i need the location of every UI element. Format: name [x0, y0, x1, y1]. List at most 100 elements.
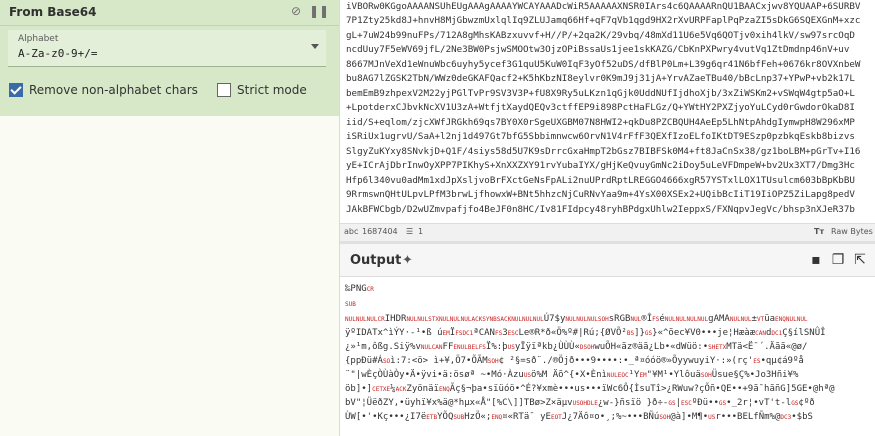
- output-text: ¹Y: [628, 370, 640, 380]
- output-text: ÙW[•'•Kç•••¿I7ë: [345, 412, 427, 422]
- disable-icon[interactable]: ⊘: [289, 4, 303, 18]
- control-char: EOT: [550, 414, 562, 421]
- input-line: yE+ICrAjDbrInwOyXPP7PIKhyS+XnXXZXY91rvYu…: [346, 160, 855, 171]
- control-char: SOH: [487, 358, 499, 365]
- control-char: SOH: [659, 414, 671, 421]
- control-char: NULNULNULNUL: [664, 316, 709, 323]
- control-char: CETXE: [372, 386, 391, 393]
- input-line: iSRiUx1ugrvU/SaA+l2nj1d497Gt7bfG5Sbbimnw…: [346, 131, 855, 142]
- output-text: Üsue§Ç%•Jo3Hñi¥%: [711, 370, 799, 380]
- output-text: ö%M Äõ^{•X•Ènì: [531, 370, 607, 380]
- output-text: gAMA: [708, 314, 730, 324]
- char-count: 1687404: [362, 227, 398, 236]
- input-line: bu8AG7lZGSK2TbN/WWz0deGKAFQacf2+K5hKbzNI…: [346, 73, 855, 84]
- input-line: bemEmB9zhpexV2M22yjPGlTvPr9SV3V3P+fU8X9R…: [346, 88, 855, 99]
- control-char: NULEOC: [606, 372, 629, 379]
- output-text: ¿»¹m,ôßg.Siÿ%v: [345, 342, 421, 352]
- control-char: NULNULSTXNULNULNULACKSYNBSACKNULNULNUL: [406, 316, 544, 323]
- control-char: BS: [626, 330, 635, 337]
- alphabet-select[interactable]: Alphabet A-Za-z0-9+/=: [8, 30, 326, 67]
- control-char: ENULBEL: [453, 344, 479, 351]
- input-line: Hfp6l340vu0adMm1xdJpXsljvoBrFXctGeNsFpAL…: [346, 175, 855, 186]
- output-text: ®Î: [641, 314, 653, 324]
- input-line: 8667MJnVeXd1eWnuWbc6uyhy5ycef3G1quU5KuW0…: [346, 59, 861, 70]
- control-char: ACK: [395, 386, 407, 393]
- pause-icon[interactable]: ❚❚: [309, 4, 329, 18]
- control-char: EM: [442, 330, 450, 337]
- output-text: ªCAN: [473, 328, 495, 338]
- output-text: HzÖ«;: [464, 412, 492, 422]
- control-char: NULNULNULSOH: [565, 316, 609, 323]
- output-text: ¨"|wÈçÒÙàÒy•Ä•ÿvi•ä:ösøª ~•Mó·Àzu: [345, 370, 524, 380]
- output-line: ‰PNGCR: [345, 283, 374, 295]
- input-line: 9RrmswnQHtULpvLPfM3brwLjfhowxW+BNt5hhzcN…: [346, 189, 855, 200]
- control-char: US: [507, 344, 515, 351]
- checkbox-unchecked-icon[interactable]: [217, 83, 231, 97]
- strict-mode-label: Strict mode: [237, 83, 307, 97]
- output-text: Zyönäï: [406, 384, 439, 394]
- control-char: CR: [366, 286, 374, 293]
- output-line: öb]•]CETXE¼ACKZyönäïENQÃç§¬þa•sïüóö•^É?¥…: [345, 383, 835, 395]
- checkbox-checked-icon[interactable]: [9, 83, 23, 97]
- input-line: 7P1Zty25kd8J+hnvH8MjGbwzmUxlqlIq9ZLUJamq…: [346, 15, 861, 26]
- line-count: 1: [418, 227, 424, 236]
- alphabet-value: A-Za-z0-9+/=: [18, 47, 98, 60]
- control-char: SOH: [700, 372, 712, 379]
- control-char: US: [523, 372, 532, 379]
- output-text: ¢ ²§=sð¨./®Öjð•••9••••:•_ª¤óóö®»ÕyywuyiY…: [498, 356, 754, 366]
- output-text: yÏÿïªkb¿ÙÙÙ«: [514, 342, 580, 352]
- char-count-icon: abc: [344, 227, 359, 236]
- control-char: GS: [668, 400, 676, 407]
- raw-bytes-icon[interactable]: Tт: [814, 227, 824, 236]
- control-char: ESC: [680, 400, 692, 407]
- output-text-area[interactable]: ‰PNGCR SUB NULNULNULCRIHDRNULNULSTXNULNU…: [340, 277, 875, 436]
- output-text: IHDR: [384, 314, 407, 324]
- replace-input-icon[interactable]: ⇱: [852, 252, 868, 268]
- input-line: ncdUuy7F5eWV69jfL/2Ne3BW0PsjwSMOOtw3OjzO…: [346, 44, 850, 55]
- output-text: •_2r¦•vT't-l: [726, 398, 792, 408]
- control-char: ENQNULNUL: [775, 316, 808, 323]
- output-line: bV"¦ÜëðZY,•üyhï¥x%ä@*hµx«Å"[%C\]]TBø>Z×ä…: [345, 397, 815, 409]
- input-line: JAkBFWCbgb/D2wUZmvpafjfo4BeJF0n8HC/Iv81F…: [346, 204, 855, 215]
- output-text: sRGB: [608, 314, 631, 324]
- output-text: "¥M¹•Ylôuä: [646, 370, 701, 380]
- remove-non-alphabet-label: Remove non-alphabet chars: [29, 83, 198, 97]
- control-char: NULNULNULCR: [345, 316, 385, 323]
- control-char: ETB: [426, 414, 438, 421]
- input-text-area[interactable]: iVBORw0KGgoAAAANSUhEUgAAAgAAAAYWCAYAAADc…: [340, 0, 875, 223]
- output-text: ]}: [634, 328, 645, 338]
- control-char: DC3: [780, 414, 792, 421]
- output-text: ºÐü••: [691, 398, 719, 408]
- input-status-bar: abc 1687404 ☰ 1 Tт Raw Bytes: [340, 223, 875, 242]
- control-char: CAN: [755, 330, 766, 337]
- copy-icon[interactable]: ❐: [830, 252, 846, 268]
- control-char: ENQ: [491, 414, 503, 421]
- output-line: {ppÐü#ÁSOì:7:<ö> ì+¥,Ö7•ÕÃMSOH¢ ²§=sð¨./…: [345, 355, 804, 367]
- output-header: Output ✦ ▪ ❐ ⇱: [340, 244, 875, 277]
- output-title: Output: [350, 253, 402, 268]
- save-icon[interactable]: ▪: [808, 252, 824, 268]
- output-text: YÕQ: [437, 412, 454, 422]
- output-text: Ãç§¬þa•sïüóö•^É?¥xmè•••us•••ïWc6Ô{ÌsuTî>…: [449, 384, 835, 394]
- raw-bytes-label[interactable]: Raw Bytes: [831, 227, 873, 236]
- control-char: EM: [639, 372, 647, 379]
- output-text: r•••BELfÑm%@: [715, 412, 781, 422]
- output-text: wuÕH«ãz®äã¿Lb•«dWüö:•: [594, 342, 709, 352]
- output-text: ÿºIDATx^ìÝY·-¹•ß ú: [345, 328, 443, 338]
- operation-body: Alphabet A-Za-z0-9+/= Remove non-alphabe…: [0, 26, 339, 116]
- line-count-icon: ☰: [406, 227, 414, 236]
- alphabet-label: Alphabet: [18, 34, 59, 44]
- magic-wand-icon[interactable]: ✦: [402, 253, 413, 268]
- input-line: SlgyZuKYxy8SNvkjD+Q1F/4siys58d5U7K9sDrrc…: [346, 146, 861, 157]
- control-char: DSOH: [579, 344, 595, 351]
- output-line: ¨"|wÈçÒÙàÒy•Ä•ÿvi•ä:ösøª ~•Mó·ÀzuUSö%M Ä…: [345, 369, 798, 381]
- output-text: üa: [764, 314, 776, 324]
- operation-panel: From Base64 ⊘ ❚❚ Alphabet A-Za-z0-9+/= R…: [0, 0, 340, 436]
- output-text: ¤«RTä¯ yE: [502, 412, 551, 422]
- output-text: •$bS: [791, 412, 813, 422]
- input-line: +LpotderxCJbvkNcXV1U3zA+WtfjtXaydQEQv3ct…: [346, 102, 855, 113]
- output-text: FF: [442, 342, 454, 352]
- control-char: SUB: [345, 301, 356, 308]
- input-line: gL+7uW24b99nuFPs/712A8gMhsKABzxuvvf+H//P…: [346, 30, 855, 41]
- output-text: bV"¦ÜëðZY,•üyhï¥x%ä@*hµx«Å"[%C\]]TBø>Z×ä…: [345, 398, 573, 408]
